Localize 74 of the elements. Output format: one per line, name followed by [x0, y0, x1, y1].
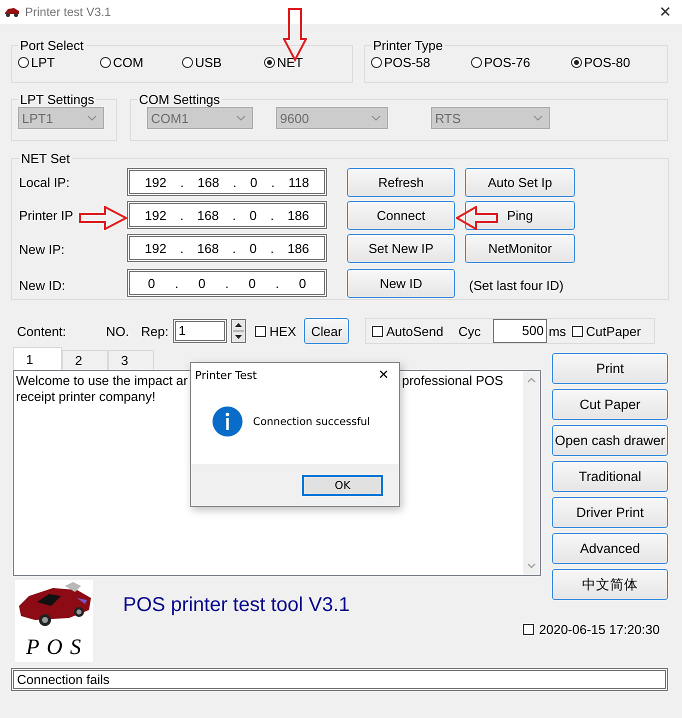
net-button[interactable]: Connect — [347, 201, 455, 230]
close-button[interactable]: ✕ — [659, 3, 672, 21]
repeat-label: Rep: — [141, 324, 168, 338]
action-button[interactable]: 中文简体 — [552, 569, 668, 600]
action-button[interactable]: Print — [552, 353, 668, 384]
field-label: Printer IP — [19, 208, 74, 223]
scrollbar[interactable] — [523, 371, 540, 575]
action-button[interactable]: Traditional — [552, 461, 668, 492]
net-button[interactable]: Ping — [465, 201, 575, 230]
action-button[interactable]: Open cash drawer — [552, 425, 668, 456]
checkbox-option[interactable]: HEX — [255, 324, 296, 338]
unit-label: ms — [548, 324, 566, 338]
ip-field[interactable]: 192 . 168 . 0 . 186 — [127, 201, 327, 229]
dialog-message: Connection successful — [253, 416, 370, 428]
group-label: LPT Settings — [19, 92, 96, 107]
content-text: receipt printer company! — [16, 389, 156, 405]
tab[interactable]: 2 — [62, 350, 108, 370]
radio-option[interactable]: COM — [100, 54, 182, 70]
chevron-down-icon — [371, 115, 381, 121]
close-button[interactable]: ✕ — [378, 368, 389, 382]
radio-option[interactable]: POS-76 — [471, 54, 571, 70]
repeat-field[interactable]: 1 — [173, 319, 228, 343]
chevron-up-icon[interactable] — [527, 377, 536, 383]
chevron-down-icon — [236, 115, 246, 121]
tab[interactable]: 1 — [13, 347, 62, 370]
net-button[interactable]: NetMonitor — [465, 234, 575, 263]
content-text: Welcome to use the impact ar — [16, 373, 188, 389]
cycle-field[interactable]: 500 — [492, 319, 547, 343]
action-button[interactable]: Cut Paper — [552, 389, 668, 420]
car-icon — [4, 6, 20, 18]
net-button[interactable]: New ID — [347, 269, 455, 298]
content-label: Content: — [17, 324, 68, 338]
dialog-title: Printer Test — [195, 368, 257, 382]
net-button[interactable]: Refresh — [347, 168, 455, 197]
content-text: professional POS — [402, 373, 504, 389]
net-button[interactable]: Auto Set Ip — [465, 168, 575, 197]
ip-field[interactable]: 0 . 0 . 0 . 0 — [127, 269, 327, 297]
action-button[interactable]: Advanced — [552, 533, 668, 564]
checkbox-option[interactable]: AutoSend — [372, 324, 444, 338]
logo-text: P O S — [26, 634, 82, 660]
net-button[interactable]: Set New IP — [347, 234, 455, 263]
radio-option[interactable]: NET — [264, 54, 346, 70]
app-title: POS printer test tool V3.1 — [123, 594, 350, 617]
action-button[interactable]: Driver Print — [552, 497, 668, 528]
field-label: New IP: — [19, 242, 65, 257]
field-label: New ID: — [19, 278, 66, 293]
window-title: Printer test V3.1 — [25, 5, 112, 19]
cycle-label: Cyc — [458, 324, 481, 338]
radio-option[interactable]: USB — [182, 54, 264, 70]
chevron-down-icon — [87, 115, 97, 121]
status-field: Connection fails — [11, 668, 668, 691]
group-label: Port Select — [19, 38, 85, 53]
arrow-right-icon — [79, 206, 129, 230]
clear-button[interactable]: Clear — [304, 318, 350, 344]
arrow-left-icon — [456, 206, 498, 230]
info-icon — [212, 406, 243, 437]
group-label: NET Set — [20, 151, 71, 166]
chevron-down-icon[interactable] — [527, 563, 536, 569]
number-label: NO. — [106, 324, 130, 338]
ok-button[interactable]: OK — [302, 474, 383, 496]
radio-option[interactable]: LPT — [18, 54, 100, 70]
checkbox-option[interactable]: CutPaper — [572, 324, 641, 338]
checkbox-option[interactable]: 2020-06-15 17:20:30 — [523, 622, 668, 637]
group-label: Printer Type — [372, 38, 444, 53]
radio-option[interactable]: POS-58 — [371, 54, 471, 70]
chevron-down-icon — [533, 115, 543, 121]
field-label: Local IP: — [19, 175, 70, 190]
tab[interactable]: 3 — [108, 350, 154, 370]
spinner-icon[interactable] — [231, 319, 246, 343]
ip-field[interactable]: 192 . 168 . 0 . 186 — [127, 234, 327, 262]
hint-text: (Set last four ID) — [469, 278, 565, 293]
group-label: COM Settings — [138, 92, 221, 107]
ip-field[interactable]: 192 . 168 . 0 . 118 — [127, 168, 327, 196]
radio-option[interactable]: POS-80 — [571, 54, 630, 70]
